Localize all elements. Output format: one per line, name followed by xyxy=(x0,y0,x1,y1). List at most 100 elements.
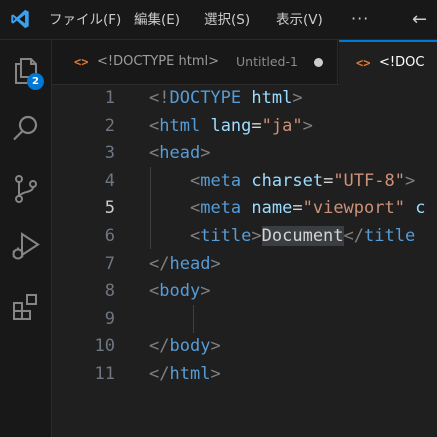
tab-bar: <> <!DOCTYPE html> Untitled-1 <> <!DOC xyxy=(52,40,437,85)
code-token: </ xyxy=(149,364,170,384)
code-token: > xyxy=(210,253,221,274)
code-token: title xyxy=(200,226,252,246)
code-token: > xyxy=(292,88,303,108)
line-number: 11 xyxy=(94,364,115,384)
line-number: 3 xyxy=(104,143,115,164)
menu-more-button[interactable]: ··· xyxy=(351,0,369,40)
code-token: meta xyxy=(200,170,242,191)
search-icon[interactable] xyxy=(10,112,42,144)
tab-label: <!DOCTYPE html> xyxy=(97,54,219,69)
html-file-icon: <> xyxy=(356,56,371,70)
code-token: > xyxy=(302,115,313,136)
code-text: <body> xyxy=(149,278,210,306)
run-debug-icon[interactable] xyxy=(10,230,42,262)
code-token: < xyxy=(189,198,201,219)
code-token: > xyxy=(251,226,262,246)
code-token: < xyxy=(189,170,201,191)
code-token: DOCTYPE xyxy=(169,88,242,108)
code-token: head xyxy=(159,143,201,164)
code-token: html xyxy=(169,364,211,384)
line-number: 2 xyxy=(104,115,115,136)
code-text: <head> xyxy=(149,140,210,168)
code-line[interactable]: 10 </body> xyxy=(52,333,437,361)
line-number: 1 xyxy=(104,88,115,108)
menu-edit[interactable]: 編集(E) xyxy=(134,0,180,40)
tab-label: <!DOC xyxy=(379,55,425,70)
code-token: > xyxy=(210,364,221,384)
code-token: = xyxy=(323,170,334,191)
vscode-logo-icon xyxy=(11,9,29,29)
code-line[interactable]: 2 <html lang="ja"> xyxy=(52,113,437,141)
code-line[interactable]: 11 </html> xyxy=(52,361,437,389)
line-number: 9 xyxy=(104,308,115,329)
code-token: "ja" xyxy=(261,115,303,136)
code-token: < xyxy=(149,281,160,302)
code-line[interactable]: 9 xyxy=(52,306,437,334)
code-token: lang xyxy=(210,115,252,136)
code-line[interactable]: 5 <meta name="viewport" c xyxy=(52,195,437,223)
code-editor[interactable]: 1 <!DOCTYPE html> 2 <html lang="ja"> 3 <head>… xyxy=(52,85,437,437)
code-token: > xyxy=(200,281,211,302)
extensions-icon[interactable] xyxy=(10,292,42,324)
tab-untitled-1[interactable]: <> <!DOCTYPE html> Untitled-1 xyxy=(52,40,338,84)
source-control-icon[interactable] xyxy=(10,173,42,205)
code-line[interactable]: 1 <!DOCTYPE html> xyxy=(52,85,437,113)
code-text: <meta charset="UTF-8"> xyxy=(149,168,415,196)
activity-bar: 2 xyxy=(0,40,52,437)
line-number: 10 xyxy=(94,336,115,357)
code-token: > xyxy=(210,336,221,357)
tab-description: Untitled-1 xyxy=(236,54,298,69)
code-token: name xyxy=(251,198,293,219)
code-token: < xyxy=(149,115,160,136)
code-token: <! xyxy=(149,88,170,108)
code-line[interactable]: 7 </head> xyxy=(52,251,437,279)
code-text: <!DOCTYPE html> xyxy=(149,85,303,113)
code-text: <html lang="ja"> xyxy=(149,113,313,141)
line-number: 4 xyxy=(104,170,115,191)
html-file-icon: <> xyxy=(74,55,89,69)
menu-selection[interactable]: 選択(S) xyxy=(204,0,250,40)
code-line[interactable]: 8 <body> xyxy=(52,278,437,306)
code-token: > xyxy=(404,170,416,191)
code-token: Document xyxy=(261,226,344,246)
code-line[interactable]: 3 <head> xyxy=(52,140,437,168)
code-text: <title>Document</title xyxy=(149,223,415,251)
code-text: </body> xyxy=(149,333,221,361)
code-token: </ xyxy=(343,226,365,246)
code-token: = xyxy=(292,198,303,219)
code-token: < xyxy=(189,226,201,246)
code-token: "viewport" xyxy=(302,198,405,219)
menu-view[interactable]: 表示(V) xyxy=(276,0,323,40)
code-token: meta xyxy=(200,198,242,219)
source-control-badge: 2 xyxy=(27,73,44,90)
tab-active[interactable]: <> <!DOC xyxy=(339,40,437,85)
code-text: </html> xyxy=(149,361,221,389)
code-line[interactable]: 6 <title>Document</title xyxy=(52,223,437,251)
code-token: body xyxy=(159,281,201,302)
line-number: 6 xyxy=(104,226,115,246)
back-arrow-icon[interactable]: ← xyxy=(412,0,427,40)
code-token: > xyxy=(200,143,211,164)
title-bar: ファイル(F) 編集(E) 選択(S) 表示(V) ··· ← xyxy=(0,0,437,40)
code-token: head xyxy=(169,253,211,274)
code-token: </ xyxy=(149,336,170,357)
code-line[interactable]: 4 <meta charset="UTF-8"> xyxy=(52,168,437,196)
code-token: </ xyxy=(149,253,170,274)
code-text: </head> xyxy=(149,251,221,279)
code-token: html xyxy=(251,88,293,108)
code-token: html xyxy=(159,115,201,136)
line-number: 8 xyxy=(104,281,115,302)
menu-file[interactable]: ファイル(F) xyxy=(49,0,121,40)
line-number: 7 xyxy=(104,253,115,274)
code-text: <meta name="viewport" c xyxy=(149,195,426,223)
code-token: c xyxy=(415,198,426,219)
code-token: body xyxy=(169,336,211,357)
code-token: "UTF-8" xyxy=(333,170,405,191)
code-token: charset xyxy=(251,170,324,191)
code-token: = xyxy=(251,115,262,136)
unsaved-dot-icon[interactable] xyxy=(314,58,323,67)
